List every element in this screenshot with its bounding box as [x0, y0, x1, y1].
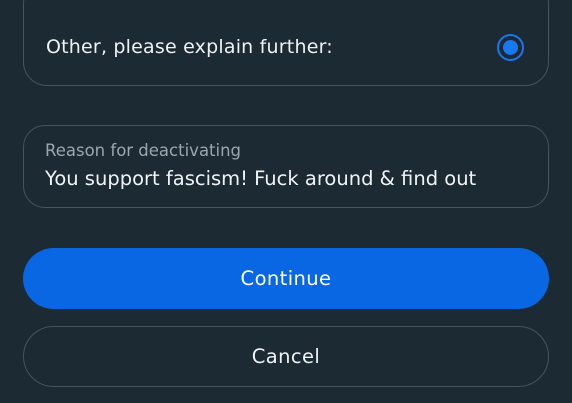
reason-input-label: Reason for deactivating [45, 141, 242, 160]
deactivation-reason-screen: Other, please explain further: Reason fo… [0, 0, 572, 403]
option-other-label: Other, please explain further: [46, 36, 333, 58]
radio-selected-icon[interactable] [497, 34, 524, 61]
reason-input-value[interactable]: You support fascism! Fuck around & find … [45, 167, 476, 190]
reason-input[interactable]: Reason for deactivating You support fasc… [23, 125, 549, 208]
radio-dot-icon [502, 39, 518, 55]
cancel-button[interactable]: Cancel [23, 326, 549, 387]
continue-button[interactable]: Continue [23, 248, 549, 309]
option-other[interactable]: Other, please explain further: [23, 0, 549, 86]
